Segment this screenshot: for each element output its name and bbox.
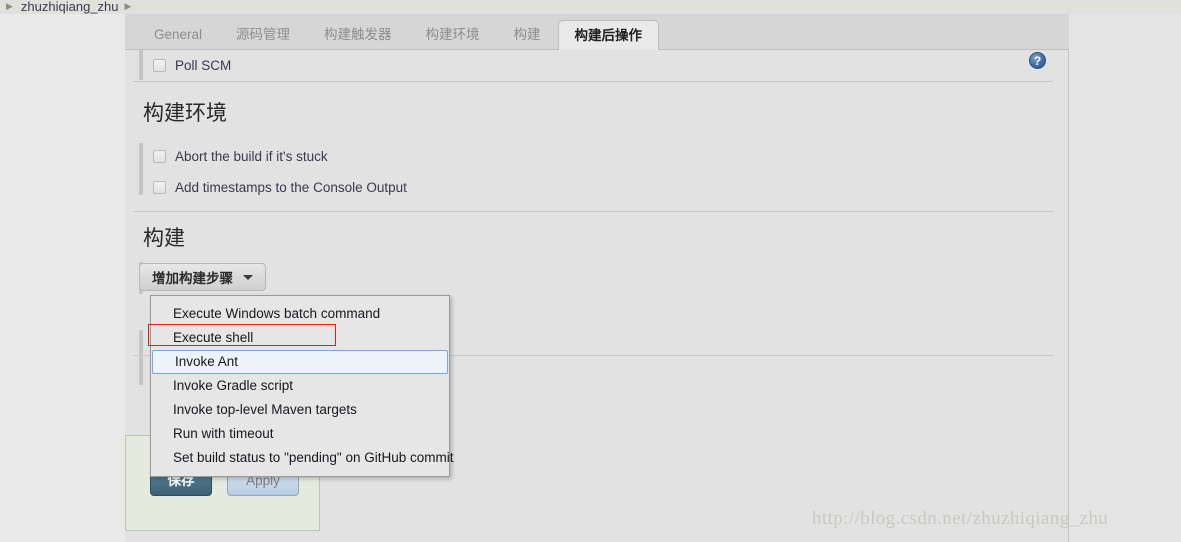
build-env-marker-bar [139, 143, 143, 195]
tab-build[interactable]: 构建 [497, 20, 558, 50]
menu-item-invoke-ant[interactable]: Invoke Ant [152, 350, 448, 374]
add-build-step-wrap: 增加构建步骤 [139, 260, 266, 294]
add-build-step-label: 增加构建步骤 [152, 271, 233, 286]
tab-general[interactable]: General [137, 20, 219, 50]
chevron-down-icon [243, 274, 253, 280]
jenkins-config-screen: ▶ zhuzhiqiang_zhu ▶ General 源码管理 构建触发器 构… [0, 0, 1181, 542]
breadcrumb-project-link[interactable]: zhuzhiqiang_zhu [21, 0, 119, 14]
sidebar-column [0, 14, 126, 542]
section-divider-1 [133, 81, 1053, 82]
tab-post-build-actions[interactable]: 构建后操作 [557, 20, 660, 50]
build-environment-heading: 构建环境 [143, 102, 227, 125]
poll-scm-row: Poll SCM [139, 50, 231, 80]
config-tab-strip: General 源码管理 构建触发器 构建环境 构建 构建后操作 [125, 14, 1069, 50]
poll-scm-checkbox[interactable] [153, 58, 166, 72]
add-timestamps-checkbox[interactable] [153, 180, 166, 194]
breadcrumb-arrow-icon: ▶ [6, 0, 13, 11]
abort-stuck-build-row: Abort the build if it's stuck [153, 143, 328, 169]
add-timestamps-label: Add timestamps to the Console Output [175, 179, 407, 195]
tab-build-triggers[interactable]: 构建触发器 [307, 20, 409, 50]
help-icon[interactable]: ? [1029, 52, 1046, 69]
tab-source-code-management[interactable]: 源码管理 [219, 20, 307, 50]
config-tabs: General 源码管理 构建触发器 构建环境 构建 构建后操作 [137, 20, 660, 50]
add-build-step-button[interactable]: 增加构建步骤 [139, 263, 266, 291]
breadcrumb: ▶ zhuzhiqiang_zhu ▶ [0, 0, 140, 14]
breadcrumb-trailing-arrow-icon[interactable]: ▶ [119, 1, 140, 11]
poll-scm-label: Poll SCM [175, 57, 232, 73]
menu-item-invoke-top-level-maven-targets[interactable]: Invoke top-level Maven targets [151, 398, 449, 422]
menu-item-invoke-gradle-script[interactable]: Invoke Gradle script [151, 374, 449, 398]
menu-item-run-with-timeout[interactable]: Run with timeout [151, 422, 449, 446]
build-step-dropdown-menu[interactable]: Execute Windows batch command Execute sh… [150, 295, 453, 477]
section-divider-2 [133, 211, 1053, 212]
menu-item-execute-shell[interactable]: Execute shell [151, 326, 449, 350]
add-timestamps-row: Add timestamps to the Console Output [153, 174, 407, 200]
breadcrumb-bar: ▶ zhuzhiqiang_zhu ▶ [0, 0, 1181, 15]
build-heading: 构建 [143, 227, 185, 250]
right-gutter [1069, 14, 1181, 542]
menu-item-set-build-status-pending-github[interactable]: Set build status to "pending" on GitHub … [151, 446, 453, 470]
menu-item-execute-windows-batch-command[interactable]: Execute Windows batch command [151, 302, 449, 326]
abort-stuck-build-label: Abort the build if it's stuck [175, 148, 328, 164]
section-marker-bar [139, 50, 143, 80]
build-step-marker-bar-lower [139, 330, 143, 385]
abort-stuck-build-checkbox[interactable] [153, 149, 166, 163]
tab-build-environment[interactable]: 构建环境 [409, 20, 497, 50]
watermark-text: http://blog.csdn.net/zhuzhiqiang_zhu [812, 508, 1109, 529]
